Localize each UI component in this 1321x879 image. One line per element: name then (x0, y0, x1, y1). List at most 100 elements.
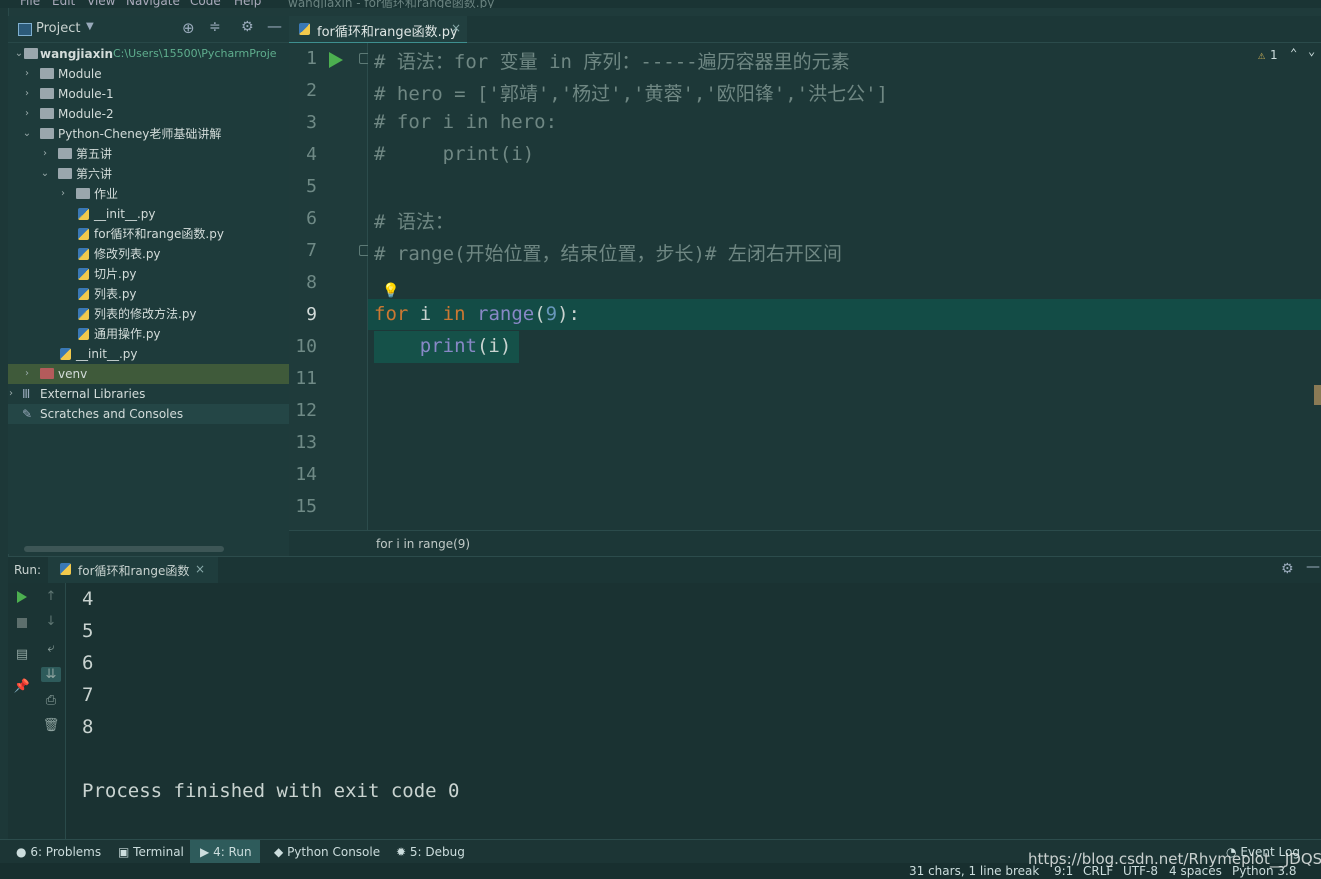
horizontal-scrollbar[interactable] (24, 546, 224, 552)
gear-icon[interactable]: ⚙ (241, 19, 254, 35)
code-line-9: for i in range(9): (374, 303, 580, 325)
tab-label: for循环和range函数.py (317, 25, 458, 40)
locate-icon[interactable]: ⊕ (182, 19, 195, 37)
debug-label: 5: Debug (409, 845, 465, 859)
tree-label: 修改列表.py (94, 247, 161, 261)
menu-view[interactable]: View (87, 0, 115, 8)
scroll-marker[interactable] (1314, 385, 1321, 405)
tree-file[interactable]: 通用操作.py (8, 324, 289, 344)
breadcrumb: for i in range(9) (289, 530, 1321, 557)
breadcrumb-item[interactable]: for i in range(9) (376, 537, 470, 551)
line-number: 10 (295, 336, 317, 357)
line-number: 5 (306, 176, 317, 197)
minimize-icon[interactable]: — (267, 17, 282, 35)
warning-icon[interactable]: ⚠ (1258, 48, 1265, 62)
console-line: 4 (82, 588, 94, 610)
trash-icon[interactable]: 🗑 (41, 718, 61, 733)
tree-file[interactable]: 列表的修改方法.py (8, 304, 289, 324)
chevron-right-icon[interactable]: › (22, 104, 32, 124)
tree-label: 列表的修改方法.py (94, 307, 197, 321)
window-title: wangjiaxin - for循环和range函数.py (288, 0, 495, 8)
tree-item-venv[interactable]: › venv (8, 364, 289, 384)
tree-item-external-libraries[interactable]: › Ⅲ External Libraries (8, 384, 289, 404)
tree-item-module-2[interactable]: › Module-2 (8, 104, 289, 124)
line-number: 11 (295, 368, 317, 389)
print-icon[interactable]: ⎙ (41, 693, 61, 708)
menu-code[interactable]: Code (190, 0, 221, 8)
project-panel: Project ▼ ⊕ ≑ ⚙ — ⌄ wangjiaxin C:\Users\… (8, 16, 289, 554)
root-path: C:\Users\15500\PycharmProje (113, 47, 277, 60)
console-line: 6 (82, 652, 94, 674)
tree-item-lecture5[interactable]: › 第五讲 (8, 144, 289, 164)
tree-file[interactable]: 切片.py (8, 264, 289, 284)
tree-item-lecture6[interactable]: ⌄ 第六讲 (8, 164, 289, 184)
problems-button[interactable]: ● 6: Problems (16, 840, 101, 864)
close-icon[interactable]: × (195, 562, 205, 576)
tree-root[interactable]: ⌄ wangjiaxin C:\Users\15500\PycharmProje (8, 44, 289, 64)
run-tab-label: for循环和range函数 (78, 564, 190, 578)
tree-file[interactable]: __init__.py (8, 204, 289, 224)
lightbulb-icon[interactable]: 💡 (382, 283, 399, 299)
line-number: 12 (295, 400, 317, 421)
gear-icon[interactable]: ⚙ (1281, 561, 1294, 577)
tree-file[interactable]: 修改列表.py (8, 244, 289, 264)
tab-for-range[interactable]: for循环和range函数.py × (289, 16, 467, 45)
tree-item-scratches[interactable]: ✎ Scratches and Consoles (8, 404, 289, 424)
tree-file[interactable]: 列表.py (8, 284, 289, 304)
chevron-down-icon[interactable]: ⌄ (14, 44, 24, 64)
chevron-down-icon[interactable]: ▼ (86, 21, 94, 32)
menu-navigate[interactable]: Navigate (126, 0, 180, 8)
chevron-down-icon[interactable]: ⌄ (22, 124, 32, 144)
chevron-right-icon[interactable]: › (22, 64, 32, 84)
line-number: 13 (295, 432, 317, 453)
python-console-button[interactable]: ◆ Python Console (274, 840, 380, 864)
tree-item-python-cheney[interactable]: ⌄ Python-Cheney老师基础讲解 (8, 124, 289, 144)
tree-item-module-1[interactable]: › Module-1 (8, 84, 289, 104)
tree-file[interactable]: for循环和range函数.py (8, 224, 289, 244)
tree-item-homework[interactable]: › 作业 (8, 184, 289, 204)
collapse-all-icon[interactable]: ≑ (209, 19, 221, 35)
terminal-button[interactable]: ▣ Terminal (118, 840, 184, 864)
stop-icon[interactable] (17, 618, 27, 628)
run-button[interactable]: ▶ 4: Run (190, 840, 260, 864)
project-header-label[interactable]: Project (36, 21, 80, 36)
run-toolbar-primary: ▤ 📌 (8, 583, 38, 839)
tree-label: 列表.py (94, 287, 137, 301)
scroll-to-end-icon[interactable]: ⇊ (41, 667, 61, 682)
code-editor[interactable]: # 语法：for 变量 in 序列：-----遍历容器里的元素 # hero =… (368, 43, 1321, 530)
layout-icon[interactable]: ▤ (12, 647, 32, 662)
terminal-icon: ▣ (118, 845, 130, 859)
run-icon: ▶ (200, 845, 210, 859)
chevron-right-icon[interactable]: › (22, 84, 32, 104)
close-icon[interactable]: × (451, 21, 461, 35)
tree-label: venv (58, 367, 88, 381)
line-number-current: 9 (306, 304, 317, 325)
tree-label: 第五讲 (76, 147, 113, 161)
chevron-right-icon[interactable]: › (58, 184, 68, 204)
chevron-down-icon[interactable]: ⌄ (1308, 44, 1315, 58)
tree-file[interactable]: __init__.py (8, 344, 289, 364)
tree-item-module[interactable]: › Module (8, 64, 289, 84)
code-line: # range(开始位置，结束位置，步长)# 左闭右开区间 (374, 243, 842, 265)
menu-file[interactable]: File (20, 0, 40, 8)
arrow-up-icon[interactable]: ↑ (41, 589, 61, 604)
minimize-icon[interactable]: — (1306, 559, 1320, 575)
chevron-right-icon[interactable]: › (22, 364, 32, 384)
rerun-icon[interactable] (16, 591, 28, 603)
code-line: # hero = ['郭靖','杨过','黄蓉','欧阳锋','洪七公'] (374, 83, 888, 105)
run-gutter-icon[interactable] (327, 51, 345, 69)
chevron-up-icon[interactable]: ⌃ (1290, 46, 1297, 60)
pin-icon[interactable]: 📌 (12, 679, 32, 694)
chevron-right-icon[interactable]: › (40, 144, 50, 164)
chevron-down-icon[interactable]: ⌄ (40, 164, 50, 184)
menu-edit[interactable]: Edit (52, 0, 75, 8)
bug-icon: ✹ (396, 845, 407, 859)
debug-button[interactable]: ✹ 5: Debug (396, 840, 465, 864)
arrow-down-icon[interactable]: ↓ (41, 614, 61, 629)
menu-help[interactable]: Help (234, 0, 261, 8)
run-console[interactable]: 4 5 6 7 8 Process finished with exit cod… (66, 583, 1321, 839)
run-tab[interactable]: for循环和range函数 × (48, 557, 218, 586)
chevron-right-icon[interactable]: › (6, 384, 16, 404)
soft-wrap-icon[interactable]: ⤶ (41, 641, 61, 656)
python-file-icon (78, 228, 89, 240)
